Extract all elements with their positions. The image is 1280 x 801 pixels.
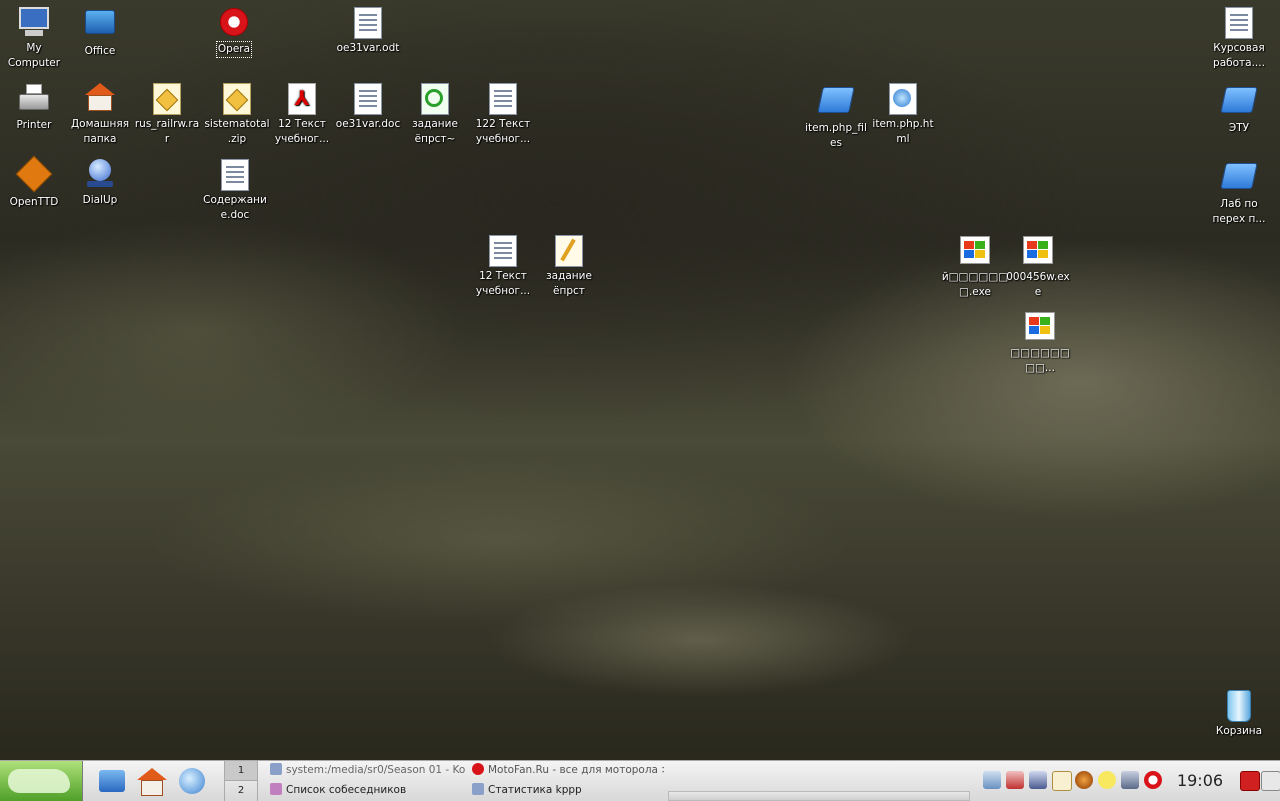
document-icon xyxy=(352,7,384,39)
messenger-icon[interactable] xyxy=(1098,771,1116,789)
desktop-icon-zadanie-eprst[interactable]: задание ёпрст xyxy=(535,233,603,299)
desktop-icon-12-tekst-pdf[interactable]: ⅄ 12 Текст учебног... xyxy=(268,81,336,147)
desktop-pager: 1 2 xyxy=(224,761,258,801)
trash-icon xyxy=(1223,690,1255,722)
desktop-icon-exe-1[interactable]: й□□□□□□□.exe xyxy=(941,233,1009,300)
home-folder-icon xyxy=(84,83,116,115)
folder-icon xyxy=(270,763,282,775)
k-menu-button[interactable] xyxy=(0,761,83,801)
desktop-icon-home-folder[interactable]: Домашняя папка xyxy=(66,81,134,147)
lock-screen-icon[interactable] xyxy=(1261,771,1280,791)
printer-icon xyxy=(18,84,50,116)
folder-icon xyxy=(1220,163,1258,195)
desktop-icon-sistematotal-zip[interactable]: sistematotal.zip xyxy=(203,81,271,147)
task-kppp-stats[interactable]: Статистика kppp xyxy=(472,781,664,800)
desktop-icon-item-php-html[interactable]: item.php.html xyxy=(869,81,937,147)
statistics-icon xyxy=(472,783,484,795)
desktop-icon-000456w-exe[interactable]: 000456w.exe xyxy=(1004,233,1072,300)
archive-icon xyxy=(151,83,183,115)
desktop: My Computer Office Opera oe31var.odt Кур… xyxy=(0,0,1280,760)
gecko-icon xyxy=(8,769,70,793)
windows-exe-icon xyxy=(959,236,991,268)
desktop-icon-kursovaya[interactable]: Курсовая работа.... xyxy=(1205,5,1273,71)
opera-tray-icon[interactable] xyxy=(1144,771,1162,789)
folder-icon xyxy=(817,87,855,119)
pencil-icon xyxy=(99,770,125,792)
klipper-icon[interactable] xyxy=(1052,771,1072,791)
desktop-icon-etu[interactable]: ЭТУ xyxy=(1205,81,1273,136)
dialup-icon xyxy=(84,159,116,191)
pdf-icon: ⅄ xyxy=(286,83,318,115)
computer-icon xyxy=(18,7,50,39)
backup-icon xyxy=(419,83,451,115)
opera-icon xyxy=(472,763,484,775)
html-icon xyxy=(887,83,919,115)
clock[interactable]: 19:06 xyxy=(1170,771,1230,790)
document-icon xyxy=(352,83,384,115)
windows-exe-icon xyxy=(1024,312,1056,344)
desktop-icon-openttd[interactable]: OpenTTD xyxy=(0,155,68,210)
document-icon xyxy=(487,235,519,267)
desktop-icon-oe31var-doc[interactable]: oe31var.doc xyxy=(334,81,402,132)
desktop-icon-my-computer[interactable]: My Computer xyxy=(0,5,68,71)
windows-exe-icon xyxy=(1022,236,1054,268)
home-icon xyxy=(136,768,168,796)
office-icon xyxy=(84,10,116,42)
desktop-icon-zadanie-backup[interactable]: задание ёпрст~ xyxy=(401,81,469,147)
quicklaunch-home[interactable] xyxy=(136,765,168,797)
update-icon[interactable] xyxy=(1121,771,1139,789)
taskbar: 1 2 system:/media/sr0/Season 01 - Konque… xyxy=(0,760,1280,801)
desktop-icon-12-tekst-doc[interactable]: 12 Текст учебног... xyxy=(469,233,537,299)
quicklaunch-editor[interactable] xyxy=(96,765,128,797)
desktop-icon-office[interactable]: Office xyxy=(66,5,134,59)
task-opera-motofan[interactable]: MotoFan.Ru - все для моторола > xyxy=(472,761,664,780)
desktop-icon-opera[interactable]: Opera xyxy=(200,5,268,58)
desktop-icon-lab-po-perekh[interactable]: Лаб по перех п... xyxy=(1205,157,1273,227)
document-icon xyxy=(219,159,251,191)
document-icon xyxy=(1223,7,1255,39)
logout-icon[interactable] xyxy=(1240,771,1260,791)
openttd-icon xyxy=(15,155,53,193)
kppp-icon[interactable] xyxy=(1029,771,1047,789)
task-contacts[interactable]: Список собеседников xyxy=(270,781,466,800)
konqueror-icon xyxy=(179,768,205,794)
desktop-icon-trash[interactable]: Корзина xyxy=(1205,688,1273,739)
desktop-icon-rus-railrw-rar[interactable]: rus_railrw.rar xyxy=(133,81,201,147)
desktop-icon-122-tekst[interactable]: 122 Текст учебног... xyxy=(469,81,537,147)
task-konqueror[interactable]: system:/media/sr0/Season 01 - Konqueror xyxy=(270,761,466,780)
amarok-icon[interactable] xyxy=(1075,771,1093,789)
text-edit-icon xyxy=(553,235,585,267)
pager-desktop-2[interactable]: 2 xyxy=(225,781,257,800)
desktop-icon-exe-2[interactable]: □□□□□□□□... xyxy=(1006,309,1074,376)
desktop-icon-item-php-files[interactable]: item.php_files xyxy=(802,81,870,151)
opera-icon xyxy=(218,8,250,40)
pager-desktop-1[interactable]: 1 xyxy=(225,761,257,781)
desktop-icon-printer[interactable]: Printer xyxy=(0,81,68,133)
document-icon xyxy=(487,83,519,115)
folder-icon xyxy=(1220,87,1258,119)
volume-icon[interactable] xyxy=(983,771,1001,789)
network-icon[interactable] xyxy=(1006,771,1024,789)
archive-icon xyxy=(221,83,253,115)
quicklaunch-browser[interactable] xyxy=(176,765,208,797)
desktop-icon-soderzhanie-doc[interactable]: Содержание.doc xyxy=(201,157,269,223)
desktop-icon-dialup[interactable]: DialUp xyxy=(66,157,134,208)
contacts-icon xyxy=(270,783,282,795)
desktop-icon-oe31var-odt[interactable]: oe31var.odt xyxy=(334,5,402,56)
